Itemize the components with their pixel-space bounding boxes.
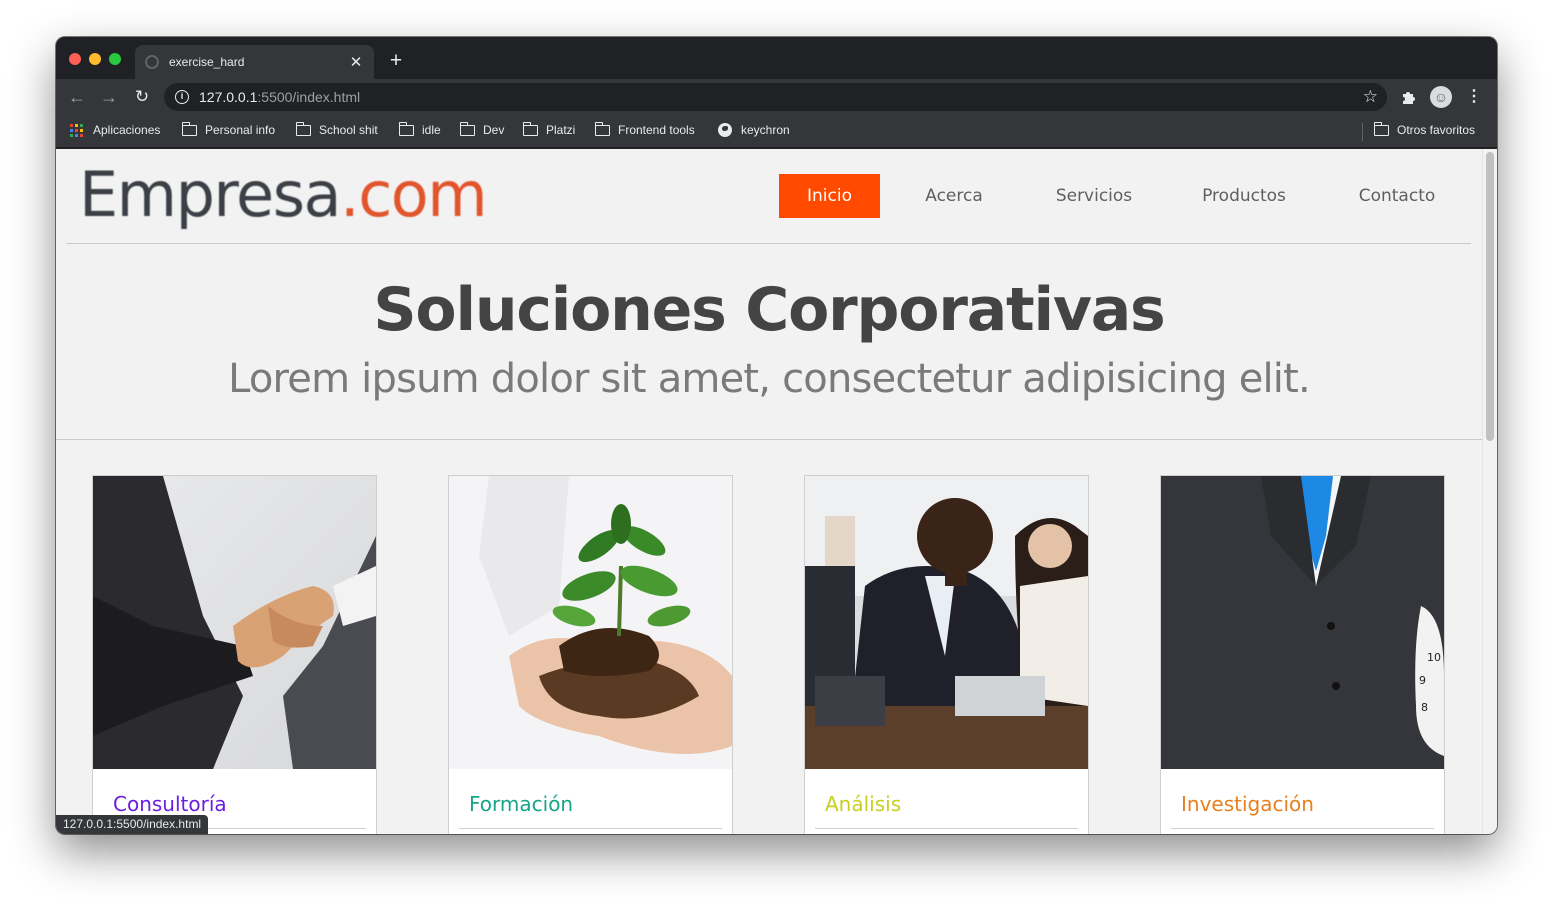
- folder-icon: [1373, 121, 1389, 136]
- folder-icon: [522, 121, 538, 136]
- bookmark-label: Aplicaciones: [93, 123, 161, 137]
- card-title[interactable]: Formación: [469, 792, 573, 816]
- folder-icon: [594, 121, 610, 136]
- profile-avatar-icon[interactable]: ☺: [1430, 86, 1452, 108]
- card-divider: [459, 828, 722, 829]
- reload-icon[interactable]: ↻: [131, 86, 153, 108]
- header-divider: [66, 243, 1471, 244]
- svg-text:9: 9: [1419, 674, 1426, 687]
- nav-item-contacto[interactable]: Contacto: [1346, 174, 1448, 218]
- close-window-button[interactable]: [69, 53, 81, 65]
- tab-title: exercise_hard: [169, 55, 245, 69]
- folder-icon: [398, 121, 414, 136]
- folder-icon: [459, 121, 475, 136]
- hero-divider: [56, 439, 1482, 440]
- page-scrollbar[interactable]: [1482, 149, 1497, 834]
- businessman-suit-photo: 10 9 8: [1161, 476, 1444, 769]
- nav-item-servicios[interactable]: Servicios: [1039, 174, 1149, 218]
- bookmark-frontend-tools[interactable]: Frontend tools: [594, 121, 695, 137]
- svg-text:8: 8: [1421, 701, 1428, 714]
- more-menu-icon[interactable]: ⋮: [1466, 86, 1482, 108]
- card-title[interactable]: Consultoría: [113, 792, 227, 816]
- card-divider: [1171, 828, 1434, 829]
- folder-icon: [181, 121, 197, 136]
- minimize-window-button[interactable]: [89, 53, 101, 65]
- browser-tab[interactable]: exercise_hard ✕: [135, 45, 374, 79]
- web-page: Empresa.com Inicio Acerca Servicios Prod…: [56, 149, 1497, 834]
- globe-icon: [718, 123, 732, 137]
- hero-subtitle: Lorem ipsum dolor sit amet, consectetur …: [228, 356, 1311, 402]
- bookmark-personal-info[interactable]: Personal info: [181, 121, 276, 137]
- new-tab-button[interactable]: +: [386, 50, 406, 71]
- bookmark-idle[interactable]: idle: [398, 121, 441, 137]
- site-logo[interactable]: Empresa.com: [79, 155, 488, 235]
- info-icon[interactable]: i: [175, 90, 189, 104]
- bookmark-keychron[interactable]: keychron: [718, 123, 790, 137]
- service-card-formacion[interactable]: Formación: [448, 475, 733, 834]
- logo-text-domain: .com: [340, 158, 488, 231]
- bookmark-dev[interactable]: Dev: [459, 121, 505, 137]
- url-path: :5500/index.html: [257, 89, 361, 105]
- card-title[interactable]: Análisis: [825, 792, 901, 816]
- bookmark-label: Frontend tools: [618, 123, 695, 137]
- globe-icon: [145, 55, 159, 69]
- bookmark-label: Personal info: [205, 123, 276, 137]
- card-divider: [815, 828, 1078, 829]
- service-card-analisis[interactable]: Análisis: [804, 475, 1089, 834]
- bookmark-label: Platzi: [546, 123, 576, 137]
- svg-text:10: 10: [1427, 651, 1441, 664]
- scrollbar-thumb[interactable]: [1486, 152, 1494, 441]
- handshake-photo: [93, 476, 376, 769]
- forward-arrow-icon[interactable]: →: [98, 86, 120, 108]
- url-host: 127.0.0.1: [199, 89, 258, 105]
- tab-strip: exercise_hard ✕ +: [56, 37, 1497, 79]
- bookmark-label: idle: [422, 123, 441, 137]
- call-center-photo: [805, 476, 1088, 769]
- close-icon[interactable]: ✕: [348, 53, 364, 71]
- back-arrow-icon[interactable]: ←: [66, 86, 88, 108]
- service-card-consultoria[interactable]: Consultoría: [92, 475, 377, 834]
- bookmark-apps[interactable]: Aplicaciones: [70, 123, 160, 137]
- apps-grid-icon: [70, 123, 83, 137]
- bookmarks-bar: Aplicaciones Personal info School shit i…: [56, 115, 1497, 148]
- plant-in-hands-photo: [449, 476, 732, 769]
- logo-text-main: Empresa: [79, 158, 342, 231]
- nav-item-acerca[interactable]: Acerca: [904, 174, 1004, 218]
- extensions-puzzle-icon[interactable]: [1400, 88, 1418, 106]
- bookmark-label: Dev: [483, 123, 505, 137]
- card-title[interactable]: Investigación: [1181, 792, 1314, 816]
- folder-icon: [295, 121, 311, 136]
- link-status-bubble: 127.0.0.1:5500/index.html: [56, 815, 209, 834]
- nav-item-productos[interactable]: Productos: [1184, 174, 1304, 218]
- bookmark-label: keychron: [741, 123, 790, 137]
- bookmark-other-favorites[interactable]: Otros favoritos: [1373, 121, 1476, 137]
- bookmark-label: School shit: [319, 123, 378, 137]
- nav-item-inicio[interactable]: Inicio: [779, 174, 880, 218]
- maximize-window-button[interactable]: [109, 53, 121, 65]
- service-card-investigacion[interactable]: 10 9 8 Investigación: [1160, 475, 1445, 834]
- address-bar[interactable]: i 127.0.0.1:5500/index.html ☆: [164, 83, 1387, 111]
- bookmark-school[interactable]: School shit: [295, 121, 378, 137]
- browser-toolbar: ← → ↻ i 127.0.0.1:5500/index.html ☆ ☺ ⋮: [56, 79, 1497, 115]
- hero-title: Soluciones Corporativas: [373, 275, 1165, 345]
- browser-window: exercise_hard ✕ + ← → ↻ i 127.0.0.1:5500…: [56, 37, 1497, 834]
- bookmark-label: Otros favoritos: [1397, 123, 1476, 137]
- bookmarks-divider: [1362, 123, 1363, 141]
- bookmark-star-icon[interactable]: ☆: [1363, 87, 1378, 107]
- bookmark-platzi[interactable]: Platzi: [522, 121, 576, 137]
